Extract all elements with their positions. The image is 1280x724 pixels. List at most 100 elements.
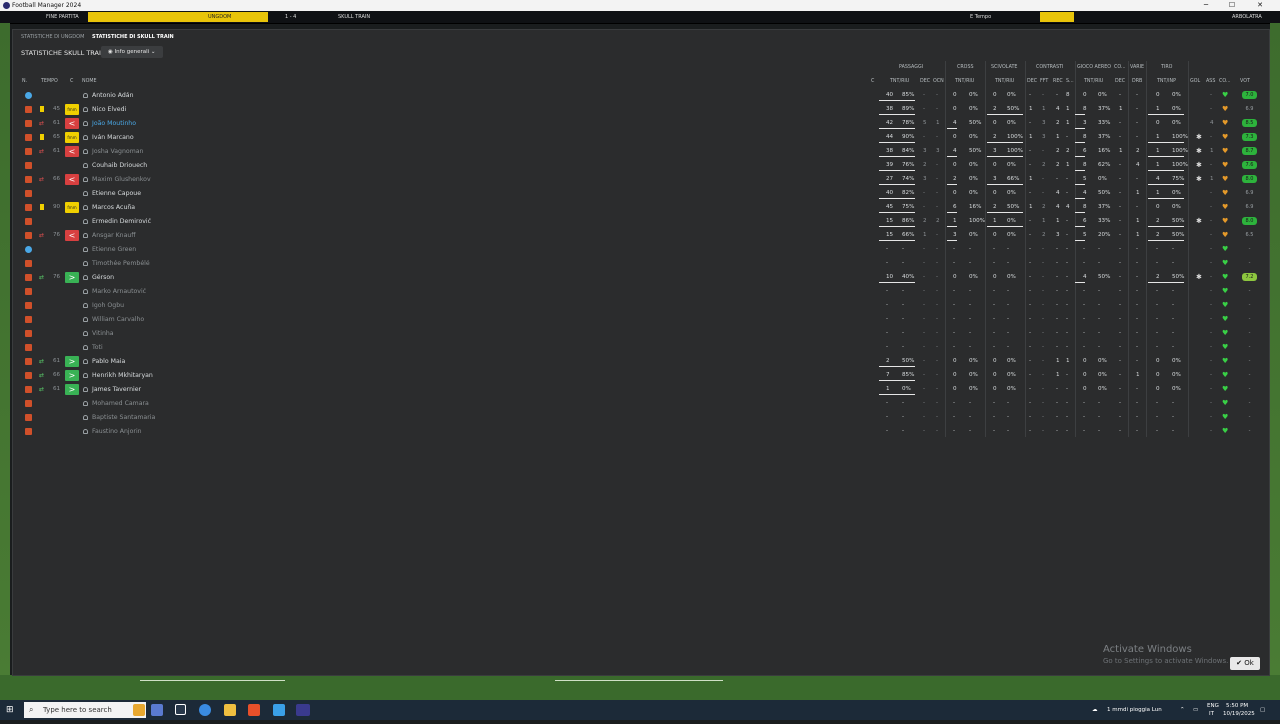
col-cross-tnt[interactable]: TNT/RIU — [955, 79, 974, 84]
table-row[interactable]: William Carvalho - - - - - - - - - - - - - - - - - - - ♥ - — [20, 313, 1256, 326]
player-name[interactable]: Maxim Glushenkov — [92, 173, 151, 186]
table-row[interactable]: ⇄ 61 > Pablo Maia 2 50% - -0 0% 0 0% - -1 1 0 0% - -0 0% - ♥… — [20, 355, 1256, 368]
player-profile-icon[interactable] — [83, 373, 88, 378]
col-c[interactable]: C — [70, 79, 73, 84]
col-ass[interactable]: ASS — [1206, 79, 1215, 84]
edge-icon[interactable] — [199, 704, 211, 716]
table-row[interactable]: ⇄ 66 > Henrikh Mkhitaryan 7 85% - -0 0% 0 0% - -1-0 0… — [20, 369, 1256, 382]
player-name[interactable]: Baptiste Santamaria — [92, 411, 155, 424]
brave-icon[interactable] — [248, 704, 260, 716]
clock-date[interactable]: 10/19/2025 — [1223, 704, 1255, 724]
player-name[interactable]: Antonio Adán — [92, 89, 134, 102]
player-name[interactable]: Pablo Maia — [92, 355, 125, 368]
player-name[interactable]: Vitinha — [92, 327, 114, 340]
table-row[interactable]: Vitinha - - - - - - - - - - - - - - - - - - - ♥ - — [20, 327, 1256, 340]
player-name[interactable]: João Moutinho — [92, 117, 136, 130]
player-name[interactable]: Igoh Ogbu — [92, 299, 124, 312]
player-name[interactable]: Ermedin Demirović — [92, 215, 151, 228]
col-n[interactable]: N. — [22, 79, 27, 84]
table-row[interactable]: Timothée Pembélé - - - - - - - - - - - - - - - - - - - ♥ - — [20, 257, 1256, 270]
player-name[interactable]: William Carvalho — [92, 313, 144, 326]
col-varie-drb[interactable]: DRB — [1132, 79, 1142, 84]
col-pass-tnt[interactable]: TNT/RIU — [890, 79, 909, 84]
table-row[interactable]: 45 fmm Nico Elvedi 38 89% - -0 0% 2 50% 1 1 4 1 8 37% 1-… — [20, 103, 1256, 116]
player-profile-icon[interactable] — [83, 415, 88, 420]
weather-text[interactable]: 1 mmdi pioggia Lun — [1107, 700, 1162, 720]
player-name[interactable]: James Tavernier — [92, 383, 141, 396]
creator-icon[interactable] — [151, 704, 163, 716]
player-profile-icon[interactable] — [83, 387, 88, 392]
player-profile-icon[interactable] — [83, 303, 88, 308]
player-profile-icon[interactable] — [83, 219, 88, 224]
player-name[interactable]: Timothée Pembélé — [92, 257, 150, 270]
close-button[interactable]: ✕ — [1250, 0, 1270, 11]
col-contr-fft[interactable]: FFT — [1040, 79, 1048, 84]
player-profile-icon[interactable] — [83, 205, 88, 210]
tab-skull-train-stats[interactable]: STATISTICHE DI SKULL TRAIN — [92, 34, 174, 40]
table-row[interactable]: Toti - - - - - - - - - - - - - - - - - - - ♥ - — [20, 341, 1256, 354]
player-name[interactable]: Etienne Capoue — [92, 187, 141, 200]
file-explorer-icon[interactable] — [224, 704, 236, 716]
col-nome[interactable]: NOME — [82, 79, 97, 84]
player-profile-icon[interactable] — [83, 233, 88, 238]
player-profile-icon[interactable] — [83, 317, 88, 322]
col-gol[interactable]: GOL — [1190, 79, 1200, 84]
col-vot[interactable]: VOT — [1240, 79, 1250, 84]
col-contr-s[interactable]: S... — [1066, 79, 1074, 84]
player-name[interactable]: Henrikh Mkhitaryan — [92, 369, 153, 382]
player-profile-icon[interactable] — [83, 107, 88, 112]
player-profile-icon[interactable] — [83, 135, 88, 140]
table-row[interactable]: ⇄ 76 > Gérson 10 40% - -0 0% 0 0% - - - -4 50% - -2 50% ✱ - ♥… — [20, 271, 1257, 284]
table-row[interactable]: 90 fmm Marcos Acuña 45 75% - -6 16% 2 50% 1 2 4 4 8 37%… — [20, 201, 1256, 214]
col-sciv-tnt[interactable]: TNT/RIU — [995, 79, 1014, 84]
table-row[interactable]: ⇄ 61 > James Tavernier 1 0% - -0 0% 0 0% - - - -0 0% - -0… — [20, 383, 1256, 396]
table-row[interactable]: Antonio Adán 40 85% - -0 0% 0 0% - - -8 0 0% - -0 0% - ♥ 7… — [20, 89, 1257, 102]
player-profile-icon[interactable] — [83, 247, 88, 252]
windows-start-icon[interactable]: ⊞ — [6, 705, 16, 715]
player-profile-icon[interactable] — [83, 289, 88, 294]
table-row[interactable]: Faustino Anjorin - - - - - - - - - - - - - - - - - - - ♥ - — [20, 425, 1256, 438]
notification-icon[interactable]: ▢ — [1260, 700, 1265, 720]
network-icon[interactable]: ▭ — [1193, 700, 1198, 720]
app-icon[interactable] — [273, 704, 285, 716]
player-name[interactable]: Iván Marcano — [92, 131, 134, 144]
player-name[interactable]: Toti — [92, 341, 103, 354]
table-row[interactable]: Igoh Ogbu - - - - - - - - - - - - - - - - - - - ♥ - — [20, 299, 1256, 312]
player-name[interactable]: Marko Arnautović — [92, 285, 146, 298]
player-profile-icon[interactable] — [83, 163, 88, 168]
col-co[interactable]: CO... — [1219, 79, 1231, 84]
col-c2[interactable]: C — [871, 79, 874, 84]
player-profile-icon[interactable] — [83, 429, 88, 434]
player-profile-icon[interactable] — [83, 191, 88, 196]
table-row[interactable]: Marko Arnautović - - - - - - - - - - - - - - - - - - - ♥ - — [20, 285, 1256, 298]
player-profile-icon[interactable] — [83, 121, 88, 126]
col-pass-ocn[interactable]: OCN — [933, 79, 944, 84]
player-profile-icon[interactable] — [83, 345, 88, 350]
col-contr-rec[interactable]: REC — [1053, 79, 1063, 84]
player-profile-icon[interactable] — [83, 149, 88, 154]
player-profile-icon[interactable] — [83, 359, 88, 364]
player-profile-icon[interactable] — [83, 401, 88, 406]
ok-button[interactable]: ✔ Ok — [1230, 657, 1260, 670]
player-name[interactable]: Josha Vagnoman — [92, 145, 143, 158]
maximize-button[interactable]: ☐ — [1222, 0, 1242, 11]
player-name[interactable]: Couhaib Driouech — [92, 159, 147, 172]
weather-icon[interactable]: ☁ — [1092, 700, 1098, 720]
table-row[interactable]: ⇄ 61 < Josha Vagnoman 38 84% 3 3 4 50% 3 100% - -2 2 6 1… — [20, 145, 1257, 158]
table-row[interactable]: Mohamed Camara - - - - - - - - - - - - - - - - - - - ♥ - — [20, 397, 1256, 410]
table-row[interactable]: 65 fmm Iván Marcano 44 90% - -0 0% 2 100% 1 3 1-8 37%… — [20, 131, 1257, 144]
player-name[interactable]: Etienne Green — [92, 243, 136, 256]
view-dropdown[interactable]: ◉ Info generali ⌄ — [101, 46, 163, 58]
col-tempo[interactable]: TEMPO — [41, 79, 58, 84]
table-row[interactable]: Etienne Capoue 40 82% - -0 0% 0 0% - -4-4 50% -1 1 0%… — [20, 187, 1256, 200]
task-view-icon[interactable] — [175, 704, 186, 715]
player-name[interactable]: Faustino Anjorin — [92, 425, 142, 438]
minimize-button[interactable]: ─ — [1196, 0, 1216, 11]
player-name[interactable]: Mohamed Camara — [92, 397, 149, 410]
table-row[interactable]: ⇄ 61 < João Moutinho 42 78% 5 1 4 50% 0 0% -3 2 1 3 33% -… — [20, 117, 1257, 130]
col-aereo-tnt[interactable]: TNT/RIU — [1084, 79, 1103, 84]
table-row[interactable]: Ermedin Demirović 15 86% 2 2 1 100% 1 0% -1 1-6 33%… — [20, 215, 1257, 228]
player-name[interactable]: Gérson — [92, 271, 114, 284]
pumpkin-icon[interactable] — [133, 704, 145, 716]
tab-ungdom-stats[interactable]: STATISTICHE DI UNGDOM — [21, 34, 84, 40]
